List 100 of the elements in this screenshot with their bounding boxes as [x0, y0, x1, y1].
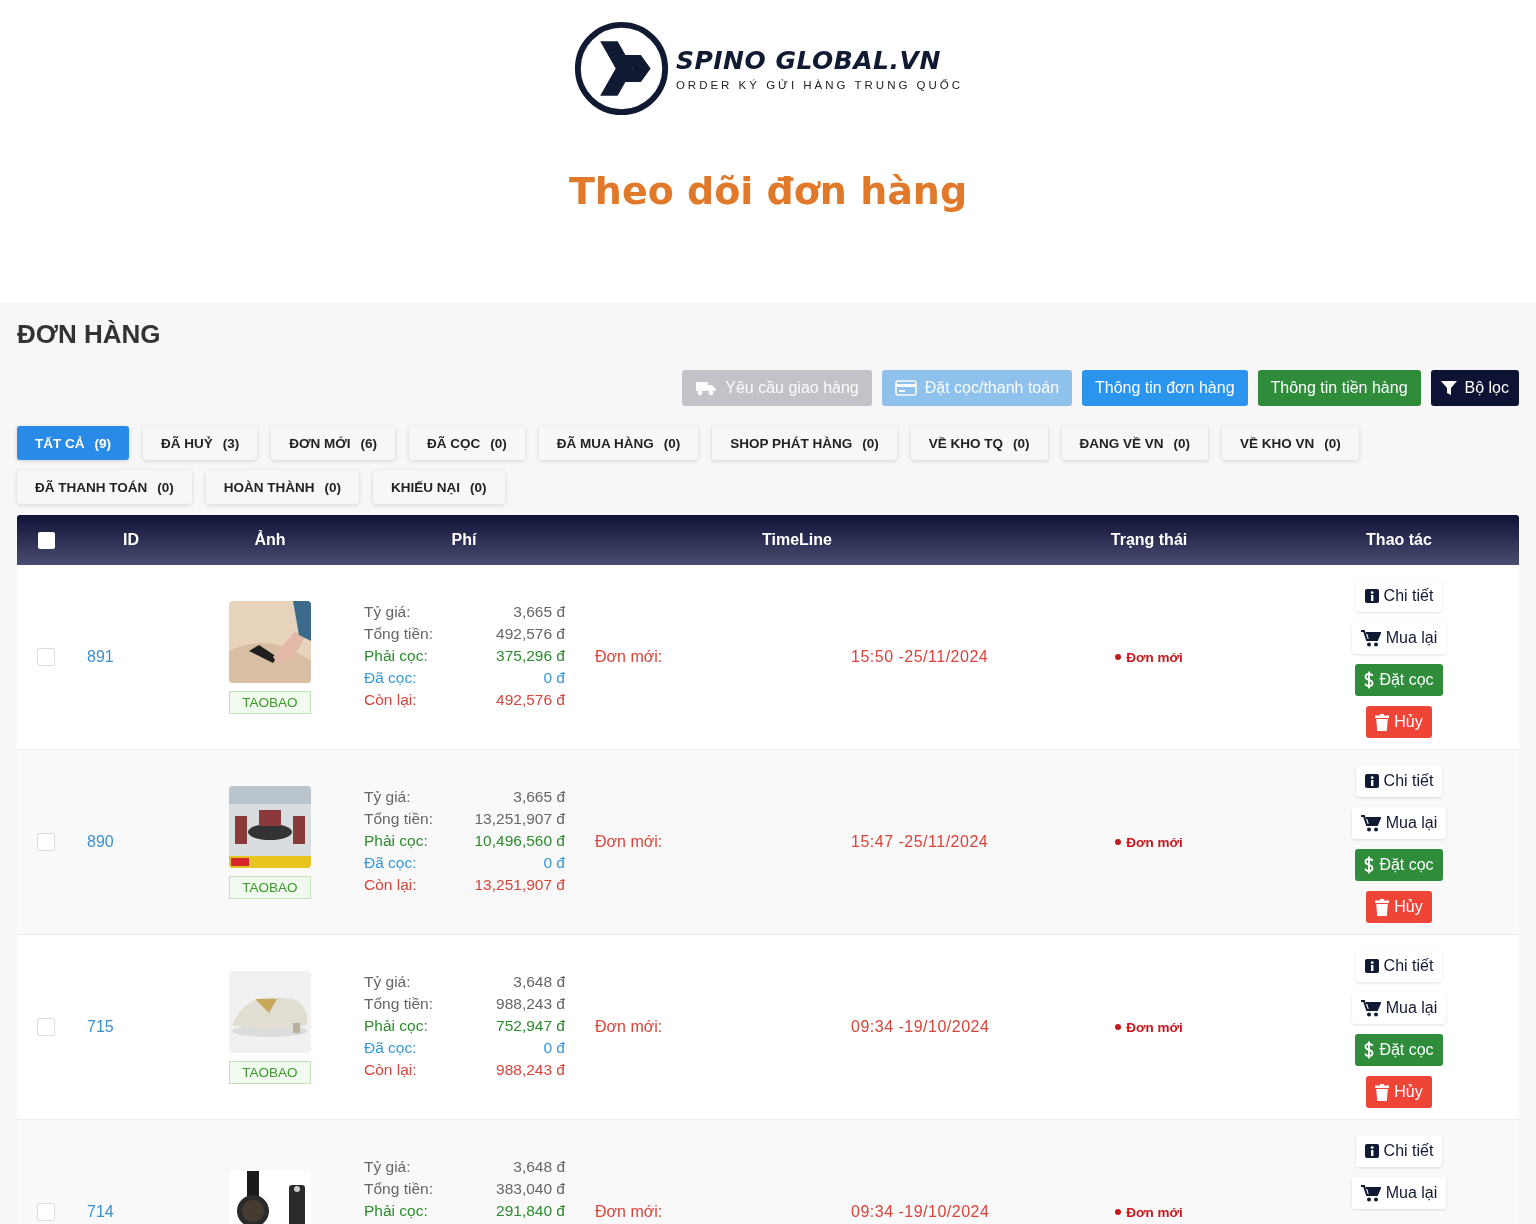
info-icon	[1364, 774, 1379, 788]
fee-value: 383,040 đ	[496, 1179, 565, 1199]
fee-value: 13,251,907 đ	[474, 875, 565, 895]
fee-value: 3,665 đ	[513, 602, 565, 622]
trash-icon	[1375, 898, 1390, 916]
action-button[interactable]: Mua lại	[1351, 807, 1447, 839]
timeline-label: Đơn mới:	[595, 648, 664, 666]
fee-value: 988,243 đ	[496, 1060, 565, 1080]
status-dot-icon	[1115, 1209, 1122, 1215]
action-button[interactable]: Hủy	[1366, 1076, 1432, 1108]
fee-value: 3,648 đ	[513, 1157, 565, 1177]
timeline-label: Đơn mới:	[595, 1203, 664, 1221]
timeline-label: Đơn mới:	[595, 1018, 664, 1036]
fee-label: Tỷ giá:	[364, 787, 411, 807]
select-all-checkbox[interactable]	[37, 531, 55, 549]
action-button[interactable]: Đặt cọc	[1355, 849, 1443, 881]
cart-icon	[1360, 1184, 1381, 1202]
status-text: Đơn mới	[1126, 834, 1183, 850]
status-tab[interactable]: ĐÃ MUA HÀNG (0)	[538, 426, 699, 460]
column-header: TimeLine	[762, 531, 832, 549]
fee-label: Còn lại:	[364, 1060, 417, 1080]
status-dot-icon	[1115, 839, 1122, 845]
fee-label: Đã cọc:	[364, 853, 417, 873]
fee-label: Tỷ giá:	[364, 1157, 411, 1177]
status-tab[interactable]: TẤT CẢ (9)	[17, 426, 129, 460]
column-header: Phí	[451, 531, 477, 549]
status-tab[interactable]: ĐANG VỀ VN (0)	[1061, 426, 1209, 460]
row-checkbox[interactable]	[37, 833, 55, 851]
fee-value: 0 đ	[543, 853, 565, 873]
fee-label: Tổng tiền:	[364, 624, 433, 644]
section-title: ĐƠN HÀNG	[17, 319, 162, 350]
action-button[interactable]: Hủy	[1366, 706, 1432, 738]
status-text: Đơn mới	[1126, 649, 1183, 665]
action-button[interactable]: Hủy	[1366, 891, 1432, 923]
action-button[interactable]: Đặt cọc	[1355, 664, 1443, 696]
cart-icon	[1360, 999, 1381, 1017]
column-header: Thao tác	[1366, 531, 1432, 549]
column-header: ID	[123, 531, 139, 549]
timeline-label: Đơn mới:	[595, 833, 664, 851]
fee-label: Tổng tiền:	[364, 809, 433, 829]
timeline-time: 09:34 -19/10/2024	[851, 1018, 990, 1036]
fee-value: 3,665 đ	[513, 787, 565, 807]
info-icon	[1364, 589, 1379, 603]
fee-label: Tổng tiền:	[364, 1179, 433, 1199]
action-button[interactable]: Mua lại	[1351, 622, 1447, 654]
action-button[interactable]: Đặt cọc	[1355, 1034, 1443, 1066]
status-tab[interactable]: ĐƠN MỚI (6)	[271, 426, 396, 460]
trash-icon	[1375, 1083, 1390, 1101]
fee-value: 752,947 đ	[496, 1016, 565, 1036]
action-button[interactable]: Chi tiết	[1355, 580, 1443, 612]
fee-value: 492,576 đ	[496, 690, 565, 710]
fee-value: 13,251,907 đ	[474, 809, 565, 829]
fee-label: Đã cọc:	[364, 668, 417, 688]
action-button[interactable]: Chi tiết	[1355, 1135, 1443, 1167]
action-button[interactable]: Chi tiết	[1355, 765, 1443, 797]
cart-icon	[1360, 814, 1381, 832]
cart-icon	[1360, 629, 1381, 647]
order-id-link[interactable]: 891	[87, 648, 114, 666]
column-header: Trạng thái	[1110, 531, 1188, 549]
status-tab[interactable]: ĐÃ HUỶ (3)	[143, 426, 258, 460]
status-text: Đơn mới	[1126, 1204, 1183, 1220]
info-icon	[1364, 1144, 1379, 1158]
fee-value: 988,243 đ	[496, 994, 565, 1014]
timeline-time: 15:50 -25/11/2024	[851, 648, 989, 666]
dollar-icon	[1364, 1041, 1375, 1059]
status-tab[interactable]: SHOP PHÁT HÀNG (0)	[712, 426, 897, 460]
fee-value: 3,648 đ	[513, 972, 565, 992]
status-text: Đơn mới	[1126, 1019, 1183, 1035]
row-checkbox[interactable]	[37, 1203, 55, 1221]
action-button[interactable]: Chi tiết	[1355, 950, 1443, 982]
status-tab[interactable]: HOÀN THÀNH (0)	[205, 470, 359, 504]
fee-label: Phải cọc:	[364, 646, 428, 666]
status-tab[interactable]: ĐÃ CỌC (0)	[409, 426, 525, 460]
fee-label: Còn lại:	[364, 875, 417, 895]
action-button[interactable]: Mua lại	[1351, 1177, 1447, 1209]
status-dot-icon	[1115, 1024, 1122, 1030]
trash-icon	[1375, 713, 1390, 731]
source-tag: TAOBAO	[229, 875, 311, 899]
fee-value: 291,840 đ	[496, 1201, 565, 1221]
status-dot-icon	[1115, 654, 1122, 660]
action-button[interactable]: Mua lại	[1351, 992, 1447, 1024]
fee-label: Phải cọc:	[364, 1016, 428, 1036]
toolbar-button[interactable]: Thông tin tiền hàng	[1257, 370, 1421, 406]
fee-label: Tổng tiền:	[364, 994, 433, 1014]
status-tab[interactable]: VỀ KHO TQ (0)	[910, 426, 1048, 460]
fee-value: 10,496,560 đ	[474, 831, 565, 851]
fee-label: Còn lại:	[364, 690, 417, 710]
source-tag: TAOBAO	[229, 690, 311, 714]
filter-icon	[1440, 380, 1457, 396]
status-tab[interactable]: KHIẾU NẠI (0)	[373, 470, 505, 504]
status-tab[interactable]: VỀ KHO VN (0)	[1222, 426, 1359, 460]
fee-value: 492,576 đ	[496, 624, 565, 644]
row-checkbox[interactable]	[37, 1018, 55, 1036]
toolbar-button[interactable]: Bộ lọc	[1430, 370, 1519, 406]
row-checkbox[interactable]	[37, 648, 55, 666]
fee-label: Phải cọc:	[364, 1201, 428, 1221]
fee-value: 375,296 đ	[496, 646, 565, 666]
status-tab[interactable]: ĐÃ THANH TOÁN (0)	[17, 470, 192, 504]
timeline-time: 15:47 -25/11/2024	[851, 833, 989, 851]
fee-label: Tỷ giá:	[364, 972, 411, 992]
